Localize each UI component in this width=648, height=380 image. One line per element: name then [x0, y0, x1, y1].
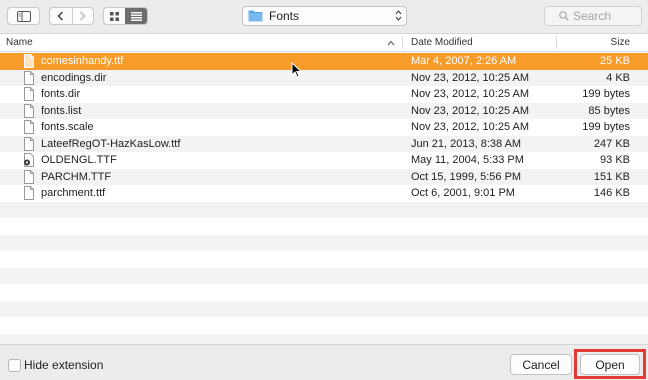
table-row[interactable]: fonts.dir Nov 23, 2012, 10:25 AM 199 bytes [0, 86, 648, 103]
date-column-header[interactable]: Date Modified [411, 37, 473, 48]
chevron-left-icon [57, 11, 64, 21]
document-icon [23, 70, 35, 88]
file-size: 4 KB [606, 71, 630, 84]
file-name: LateefRegOT-HazKasLow.ttf [41, 137, 181, 150]
location-label: Fonts [269, 9, 300, 23]
hide-extension-checkbox[interactable] [8, 359, 21, 372]
file-size: 25 KB [600, 55, 630, 67]
list-view-button[interactable] [125, 8, 147, 24]
empty-row [0, 267, 648, 284]
file-date-modified: Nov 23, 2012, 10:25 AM [411, 71, 530, 84]
empty-row [0, 251, 648, 268]
file-name: fonts.scale [41, 121, 94, 133]
document-icon [23, 120, 35, 137]
empty-row [0, 300, 648, 317]
file-name: OLDENGL.TTF [41, 154, 117, 166]
table-row[interactable]: parchment.ttf Oct 6, 2001, 9:01 PM 146 KB [0, 185, 648, 202]
search-field[interactable]: Search [544, 6, 642, 26]
table-row[interactable]: fonts.list Nov 23, 2012, 10:25 AM 85 bytes [0, 102, 648, 121]
file-date-modified: May 11, 2004, 5:33 PM [411, 154, 524, 166]
empty-row [0, 333, 648, 344]
file-size: 199 bytes [582, 121, 630, 133]
dialog-footer: Hide extension Cancel Open [0, 344, 648, 380]
file-size: 93 KB [600, 154, 630, 166]
sidebar-icon [16, 10, 31, 22]
document-icon [23, 87, 35, 104]
table-row[interactable]: encodings.dir Nov 23, 2012, 10:25 AM 4 KB [0, 69, 648, 88]
table-row[interactable]: PARCHM.TTF Oct 15, 1999, 5:56 PM 151 KB [0, 168, 648, 187]
table-row[interactable]: LateefRegOT-HazKasLow.ttf Jun 21, 2013, 8… [0, 135, 648, 154]
file-size: 247 KB [593, 137, 630, 150]
toolbar: Fonts Search [0, 0, 648, 33]
search-placeholder: Search [573, 9, 612, 23]
document-icon [23, 103, 35, 121]
file-date-modified: Nov 23, 2012, 10:25 AM [411, 121, 530, 133]
grid-icon [110, 11, 119, 21]
empty-row [0, 201, 648, 218]
file-name: fonts.list [41, 104, 82, 117]
folder-icon [248, 10, 263, 22]
empty-row [0, 284, 648, 301]
document-icon [23, 136, 35, 154]
name-column-header[interactable]: Name [6, 37, 33, 48]
file-size: 151 KB [593, 170, 630, 183]
font-file-icon [23, 153, 35, 170]
mouse-cursor-icon [291, 62, 302, 78]
column-header: Name Date Modified Size [0, 34, 648, 52]
document-icon [23, 169, 35, 187]
list-icon [130, 11, 142, 21]
file-size: 146 KB [593, 187, 630, 199]
search-icon [559, 11, 569, 21]
file-rows: comesinhandy.ttf Mar 4, 2007, 2:26 AM 25 K… [0, 53, 648, 344]
empty-row [0, 317, 648, 334]
file-name: parchment.ttf [41, 187, 106, 199]
table-row[interactable]: comesinhandy.ttf Mar 4, 2007, 2:26 AM 25 K… [0, 53, 648, 70]
document-icon [23, 186, 35, 203]
empty-row [0, 234, 648, 251]
file-name: encodings.dir [41, 71, 107, 84]
file-name: PARCHM.TTF [41, 170, 112, 183]
location-popup[interactable]: Fonts [242, 6, 407, 26]
file-size: 85 bytes [588, 104, 630, 117]
open-button-highlight [574, 349, 646, 379]
file-name: fonts.dir [41, 88, 81, 100]
forward-button[interactable] [72, 8, 94, 24]
sort-ascending-icon [387, 40, 395, 46]
nav-segment [49, 7, 94, 25]
view-mode-segment [103, 7, 148, 25]
updown-arrows-icon [395, 10, 402, 21]
table-row[interactable]: fonts.scale Nov 23, 2012, 10:25 AM 199 byt… [0, 119, 648, 136]
file-date-modified: Jun 21, 2013, 8:38 AM [411, 137, 522, 150]
cancel-button[interactable]: Cancel [510, 354, 572, 375]
file-size: 199 bytes [582, 88, 630, 100]
file-list[interactable]: Name Date Modified Size comesinhandy.ttf… [0, 33, 648, 344]
document-icon [23, 54, 35, 71]
size-column-header[interactable]: Size [611, 37, 630, 48]
file-date-modified: Nov 23, 2012, 10:25 AM [411, 104, 530, 117]
sidebar-toggle-button[interactable] [7, 7, 40, 25]
file-date-modified: Oct 15, 1999, 5:56 PM [411, 170, 522, 183]
table-row[interactable]: OLDENGL.TTF May 11, 2004, 5:33 PM 93 KB [0, 152, 648, 169]
icon-view-button[interactable] [104, 8, 125, 24]
file-date-modified: Oct 6, 2001, 9:01 PM [411, 187, 515, 199]
chevron-right-icon [79, 11, 86, 21]
file-date-modified: Mar 4, 2007, 2:26 AM [411, 55, 517, 67]
file-name: comesinhandy.ttf [41, 55, 124, 67]
hide-extension-label[interactable]: Hide extension [24, 358, 103, 372]
back-button[interactable] [50, 8, 72, 24]
file-date-modified: Nov 23, 2012, 10:25 AM [411, 88, 530, 100]
empty-row [0, 218, 648, 235]
